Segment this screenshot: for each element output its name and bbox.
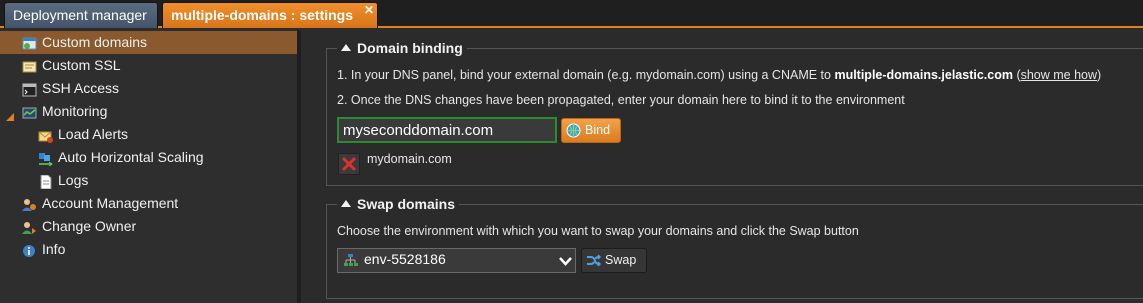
info-icon: [22, 242, 37, 257]
monitoring-icon: [22, 104, 37, 119]
sidebar-item-label: Logs: [58, 172, 89, 188]
cname-target: multiple-domains.jelastic.com: [834, 68, 1013, 82]
expand-arrow-icon[interactable]: [5, 106, 15, 121]
sidebar: Custom domains Custom SSL SSH Access Mon…: [0, 30, 301, 303]
tab-deployment-manager[interactable]: Deployment manager: [4, 2, 158, 28]
tab-settings[interactable]: multiple-domains : settings ✕: [162, 2, 378, 28]
sidebar-item-label: Auto Horizontal Scaling: [58, 149, 204, 165]
swap-button[interactable]: Swap: [581, 248, 647, 273]
environment-select-value: env-5528186: [364, 251, 446, 267]
sidebar-item-label: Custom SSL: [42, 57, 121, 73]
settings-content: Domain binding 1. In your DNS panel, bin…: [305, 30, 1143, 303]
remove-domain-button[interactable]: [338, 153, 360, 175]
terminal-icon: [22, 81, 37, 97]
sidebar-item-label: Info: [42, 241, 66, 257]
settings-window: Deployment manager multiple-domains : se…: [0, 0, 1143, 303]
swap-instructions: Choose the environment with which you wa…: [337, 224, 859, 238]
sidebar-item-label: Account Management: [42, 195, 179, 211]
sidebar-item-custom-ssl[interactable]: Custom SSL: [0, 54, 297, 77]
account-icon: [22, 196, 37, 211]
close-icon[interactable]: ✕: [364, 4, 374, 16]
swap-domains-panel: Swap domains Choose the environment with…: [326, 194, 1143, 299]
delete-x-icon: [342, 157, 356, 171]
swap-icon: [586, 253, 602, 276]
environment-select[interactable]: env-5528186: [337, 248, 557, 273]
sidebar-item-change-owner[interactable]: Change Owner: [0, 215, 297, 238]
sidebar-item-account-management[interactable]: Account Management: [0, 192, 297, 215]
domain-binding-panel: Domain binding 1. In your DNS panel, bin…: [326, 38, 1143, 186]
sidebar-item-auto-horizontal-scaling[interactable]: Auto Horizontal Scaling: [0, 146, 297, 169]
sidebar-item-label: Change Owner: [42, 218, 137, 234]
sidebar-item-ssh-access[interactable]: SSH Access: [0, 77, 297, 100]
show-me-how-link[interactable]: show me how: [1021, 68, 1097, 82]
binding-step-1: 1. In your DNS panel, bind your external…: [337, 68, 1102, 82]
environment-dropdown-trigger[interactable]: [556, 248, 576, 273]
sidebar-item-label: SSH Access: [42, 80, 120, 96]
bound-domain-label: mydomain.com: [367, 152, 452, 166]
collapse-caret-icon: [341, 44, 351, 51]
sidebar-item-custom-domains[interactable]: Custom domains: [0, 31, 297, 54]
sidebar-item-info[interactable]: Info: [0, 238, 297, 261]
environment-icon: [343, 253, 358, 273]
sidebar-item-load-alerts[interactable]: Load Alerts: [0, 123, 297, 146]
bind-button[interactable]: Bind: [561, 118, 621, 143]
swap-domains-legend[interactable]: Swap domains: [337, 194, 460, 214]
sidebar-item-monitoring[interactable]: Monitoring: [0, 100, 297, 123]
collapse-caret-icon: [341, 200, 351, 207]
tab-label: Deployment manager: [13, 7, 147, 23]
sidebar-item-label: Monitoring: [42, 103, 108, 119]
envelope-alert-icon: [38, 127, 53, 143]
document-icon: [38, 173, 53, 190]
sidebar-item-label: Custom domains: [42, 34, 148, 50]
tab-bar: Deployment manager multiple-domains : se…: [0, 0, 1143, 28]
domain-input[interactable]: [337, 117, 557, 143]
sidebar-item-logs[interactable]: Logs: [0, 169, 297, 192]
tab-label: multiple-domains : settings: [171, 7, 354, 23]
change-owner-icon: [22, 219, 37, 234]
globe-icon: [566, 123, 581, 146]
binding-step-2: 2. Once the DNS changes have been propag…: [337, 93, 905, 107]
chevron-down-icon: [558, 254, 573, 272]
sidebar-item-label: Load Alerts: [58, 126, 129, 142]
custom-domains-icon: [22, 35, 37, 50]
ssl-certificate-icon: [22, 58, 37, 73]
domain-binding-legend[interactable]: Domain binding: [337, 38, 467, 58]
scaling-icon: [38, 150, 53, 167]
